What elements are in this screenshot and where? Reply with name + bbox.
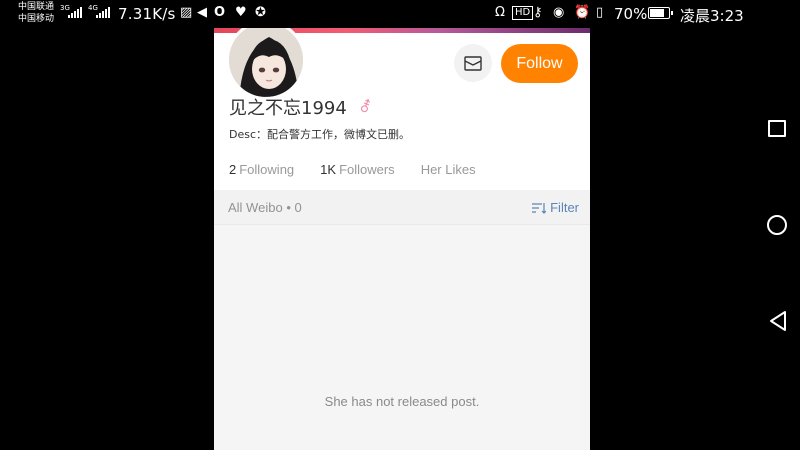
message-icon bbox=[464, 55, 482, 71]
followers-count: 1K bbox=[320, 162, 337, 177]
empty-state-message: She has not released post. bbox=[324, 394, 480, 409]
network-speed: 7.31K/s bbox=[118, 5, 176, 23]
alarm-icon: ⏰ bbox=[574, 5, 591, 20]
following-count: 2 bbox=[229, 162, 237, 177]
gender-icon: ⚦ bbox=[359, 98, 372, 116]
following-stat[interactable]: 2 Following bbox=[229, 162, 294, 177]
separator: • bbox=[286, 200, 291, 215]
profile-screen: Follow 见之不忘1994 ⚦ Desc：配合警方工作，微博文已删。 2 Fo… bbox=[214, 28, 590, 450]
clock: 凌晨3:23 bbox=[680, 7, 744, 25]
battery-icon bbox=[648, 7, 673, 19]
no-sim-icon: ▨ bbox=[180, 5, 193, 20]
filter-button[interactable]: Filter bbox=[532, 200, 579, 215]
headphones-icon: Ω bbox=[495, 5, 505, 20]
back-icon[interactable] bbox=[768, 310, 788, 332]
heart-icon: ♥ bbox=[235, 5, 247, 20]
signal-icon-2 bbox=[96, 6, 110, 18]
all-weibo-tab[interactable]: All Weibo • 0 bbox=[228, 200, 302, 215]
eye-icon: ◉ bbox=[553, 5, 565, 20]
profile-name: 见之不忘1994 bbox=[229, 98, 347, 119]
hd-icon: HD bbox=[512, 6, 534, 20]
volume-icon: ◀ bbox=[197, 5, 207, 20]
likes-label: Her Likes bbox=[420, 162, 476, 177]
filter-icon bbox=[532, 202, 547, 214]
vibrate-icon: ▯ bbox=[596, 5, 604, 20]
filter-label: Filter bbox=[550, 200, 579, 215]
recent-apps-icon[interactable] bbox=[768, 120, 786, 137]
likes-stat[interactable]: Her Likes bbox=[421, 162, 476, 177]
avatar[interactable] bbox=[226, 28, 306, 100]
key-icon: ⚷ bbox=[533, 5, 543, 20]
battery-percent: 70% bbox=[614, 5, 648, 23]
followers-label: Followers bbox=[339, 162, 395, 177]
feed-tabbar: All Weibo • 0 Filter bbox=[214, 190, 590, 225]
feed-area bbox=[214, 190, 590, 450]
home-icon[interactable] bbox=[767, 215, 787, 235]
carrier-info: 中国联通 中国移动 bbox=[18, 1, 54, 25]
post-count: 0 bbox=[294, 200, 302, 215]
carrier-1-name: 中国联通 bbox=[18, 2, 55, 12]
status-bar: 中国联通 中国移动 3G 4G 7.31K/s ▨ ◀ O ♥ ✪ Ω HD ⚷… bbox=[0, 0, 800, 28]
profile-stats: 2 Following 1K Followers Her Likes bbox=[229, 162, 476, 177]
signal-icon bbox=[68, 6, 82, 18]
opera-icon: O bbox=[214, 5, 226, 20]
following-label: Following bbox=[239, 162, 295, 177]
all-weibo-label: All Weibo bbox=[228, 200, 283, 215]
verified-icon: ✪ bbox=[255, 5, 266, 20]
message-button[interactable] bbox=[454, 44, 492, 82]
profile-description: Desc：配合警方工作，微博文已删。 bbox=[229, 128, 411, 141]
followers-stat[interactable]: 1K Followers bbox=[320, 162, 395, 177]
carrier-2-name: 中国移动 bbox=[18, 14, 55, 24]
follow-button[interactable]: Follow bbox=[501, 44, 578, 83]
